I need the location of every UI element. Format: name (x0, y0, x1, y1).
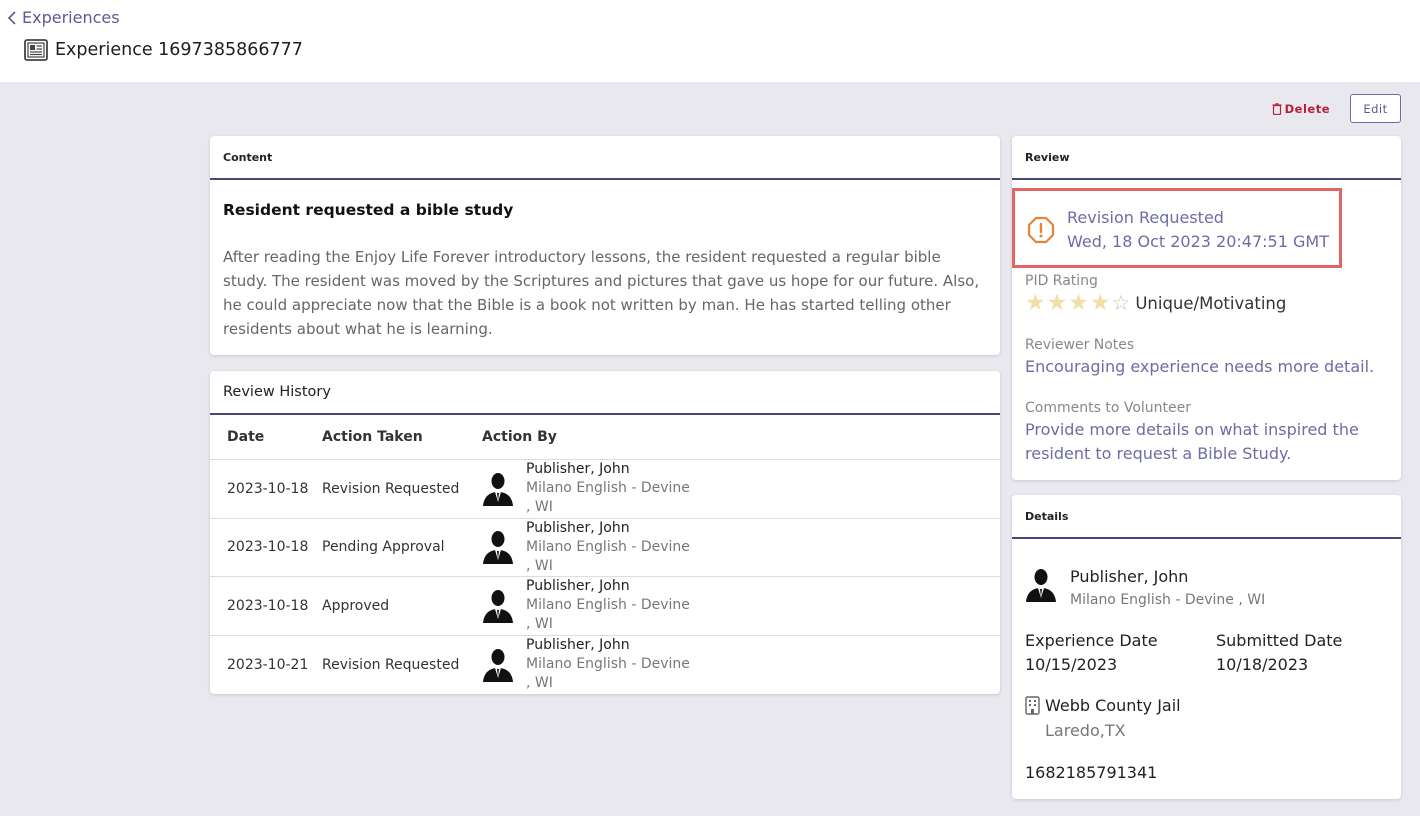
review-history-header: Review History (210, 371, 1000, 415)
row-action: Pending Approval (322, 539, 445, 556)
content-card-header: Content (210, 136, 1000, 180)
row-publisher-name: Publisher, John (526, 637, 630, 654)
row-state: , WI (526, 616, 553, 633)
chevron-left-icon (7, 10, 16, 25)
page-title: Experience 1697385866777 (55, 40, 303, 60)
delete-button[interactable]: Delete (1272, 102, 1330, 116)
content-card: Content Resident requested a bible study… (210, 136, 1000, 355)
review-card-header: Review (1012, 136, 1401, 180)
review-status-date: Wed, 18 Oct 2023 20:47:51 GMT (1067, 232, 1329, 251)
trash-icon (1272, 102, 1282, 115)
row-date: 2023-10-21 (227, 656, 309, 673)
location-city: Laredo,TX (1045, 721, 1126, 740)
star-filled-icon: ★ (1089, 290, 1111, 316)
submitted-date-block: Submitted Date 10/18/2023 (1216, 629, 1342, 677)
review-status: Revision Requested (1067, 208, 1224, 227)
person-silhouette-icon (483, 472, 513, 506)
star-empty-icon: ☆ (1111, 291, 1131, 315)
row-action-by: Publisher, John Milano English - Devine … (482, 577, 690, 634)
review-history-card: Review History Date Action Taken Action … (210, 371, 1000, 694)
table-header-row: Date Action Taken Action By (210, 415, 1000, 460)
experience-body: After reading the Enjoy Life Forever int… (223, 248, 980, 338)
row-publisher-name: Publisher, John (526, 519, 630, 536)
reviewer-notes: Encouraging experience needs more detail… (1025, 357, 1375, 376)
table-row: 2023-10-21 Revision Requested Publisher,… (210, 636, 1000, 695)
location-name: Webb County Jail (1045, 696, 1181, 715)
row-action-by: Publisher, John Milano English - Devine … (482, 460, 690, 517)
star-filled-icon: ★ (1068, 290, 1089, 316)
page-header: Experience 1697385866777 (23, 37, 303, 63)
record-id: 1682185791341 (1025, 763, 1158, 782)
details-card: Details Publisher, John Milano English -… (1012, 495, 1401, 799)
column-header-action: Action Taken (322, 429, 423, 445)
top-bar: Experiences Experience 1697385866777 (0, 0, 1420, 82)
row-action-by: Publisher, John Milano English - Devine … (482, 519, 690, 576)
column-header-date: Date (227, 429, 265, 445)
row-state: , WI (526, 499, 553, 516)
experience-title: Resident requested a bible study (223, 201, 514, 219)
row-date: 2023-10-18 (227, 597, 309, 614)
row-state: , WI (526, 675, 553, 692)
experience-date-label: Experience Date (1025, 631, 1158, 650)
row-date: 2023-10-18 (227, 480, 309, 497)
publisher-congregation: Milano English - Devine , WI (1070, 592, 1266, 608)
table-row: 2023-10-18 Approved Publisher, John Mila… (210, 577, 1000, 636)
pid-rating-label: PID Rating (1025, 273, 1098, 289)
building-icon (1025, 696, 1040, 715)
row-congregation: Milano English - Devine (526, 656, 690, 673)
reviewer-notes-label: Reviewer Notes (1025, 337, 1135, 353)
row-publisher-name: Publisher, John (526, 461, 630, 478)
row-state: , WI (526, 557, 553, 574)
publisher-name: Publisher, John (1070, 567, 1189, 586)
review-history-table: Date Action Taken Action By 2023-10-18 R… (210, 415, 1000, 694)
page-actions: Delete Edit (1272, 94, 1401, 123)
row-congregation: Milano English - Devine (526, 597, 690, 614)
details-card-header: Details (1012, 495, 1401, 539)
warning-octagon-icon (1027, 216, 1055, 244)
review-card: Review Revision Requested Wed, 18 Oct 20… (1012, 136, 1401, 480)
submitted-date: 10/18/2023 (1216, 655, 1309, 674)
row-action: Approved (322, 597, 390, 614)
table-row: 2023-10-18 Pending Approval Publisher, J… (210, 519, 1000, 577)
comments-to-volunteer: Provide more details on what inspired th… (1025, 420, 1359, 463)
row-congregation: Milano English - Devine (526, 480, 690, 497)
row-congregation: Milano English - Devine (526, 538, 690, 555)
publisher-info: Publisher, John Milano English - Devine … (1025, 567, 1265, 610)
newspaper-icon (24, 39, 48, 61)
rating-text: Unique/Motivating (1135, 293, 1287, 313)
back-link[interactable]: Experiences (6, 8, 120, 27)
person-silhouette-icon (483, 648, 513, 682)
row-action-by: Publisher, John Milano English - Devine … (482, 636, 690, 693)
person-silhouette-icon (483, 531, 513, 565)
comments-label: Comments to Volunteer (1025, 400, 1192, 416)
review-status-highlight: Revision Requested Wed, 18 Oct 2023 20:4… (1012, 188, 1342, 268)
location-info: Webb County Jail Laredo,TX (1025, 695, 1181, 743)
back-link-label: Experiences (22, 8, 120, 27)
star-filled-icon: ★ (1025, 290, 1046, 316)
experience-date: 10/15/2023 (1025, 655, 1118, 674)
person-silhouette-icon (1026, 569, 1056, 602)
row-action: Revision Requested (322, 656, 460, 673)
star-filled-icon: ★ (1046, 290, 1068, 316)
submitted-date-label: Submitted Date (1216, 631, 1343, 650)
experience-date-block: Experience Date 10/15/2023 (1025, 629, 1158, 677)
delete-button-label: Delete (1284, 101, 1330, 116)
table-row: 2023-10-18 Revision Requested Publisher,… (210, 460, 1000, 519)
edit-button[interactable]: Edit (1350, 94, 1401, 123)
row-publisher-name: Publisher, John (526, 578, 630, 595)
person-silhouette-icon (483, 589, 513, 623)
column-header-action-by: Action By (482, 429, 557, 445)
row-date: 2023-10-18 (227, 539, 309, 556)
row-action: Revision Requested (322, 480, 460, 497)
pid-rating: ★ ★ ★ ★ ☆ Unique/Motivating (1025, 291, 1286, 315)
